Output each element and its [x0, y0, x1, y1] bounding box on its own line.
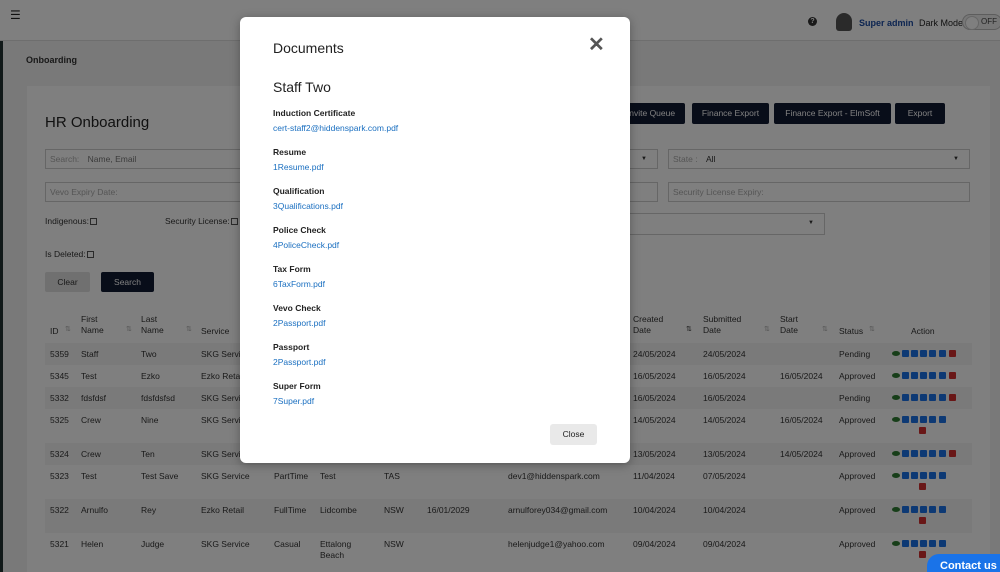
documents-modal: Documents ✕ Staff Two Induction Certific…: [240, 17, 630, 463]
document-link[interactable]: 7Super.pdf: [273, 396, 314, 406]
document-label: Vevo Check: [273, 303, 321, 313]
document-link[interactable]: 2Passport.pdf: [273, 318, 325, 328]
document-link[interactable]: cert-staff2@hiddenspark.com.pdf: [273, 123, 398, 133]
document-link[interactable]: 6TaxForm.pdf: [273, 279, 325, 289]
document-label: Passport: [273, 342, 310, 352]
close-icon[interactable]: ✕: [588, 35, 605, 55]
document-link[interactable]: 2Passport.pdf: [273, 357, 325, 367]
close-button[interactable]: Close: [550, 424, 597, 445]
modal-title: Documents: [273, 40, 344, 56]
staff-name: Staff Two: [273, 79, 331, 95]
document-link[interactable]: 4PoliceCheck.pdf: [273, 240, 339, 250]
document-link[interactable]: 3Qualifications.pdf: [273, 201, 343, 211]
document-label: Resume: [273, 147, 307, 157]
document-label: Qualification: [273, 186, 325, 196]
document-label: Super Form: [273, 381, 321, 391]
document-label: Induction Certificate: [273, 108, 356, 118]
document-link[interactable]: 1Resume.pdf: [273, 162, 324, 172]
document-label: Police Check: [273, 225, 326, 235]
contact-us-button[interactable]: Contact us: [927, 554, 1000, 572]
document-label: Tax Form: [273, 264, 311, 274]
